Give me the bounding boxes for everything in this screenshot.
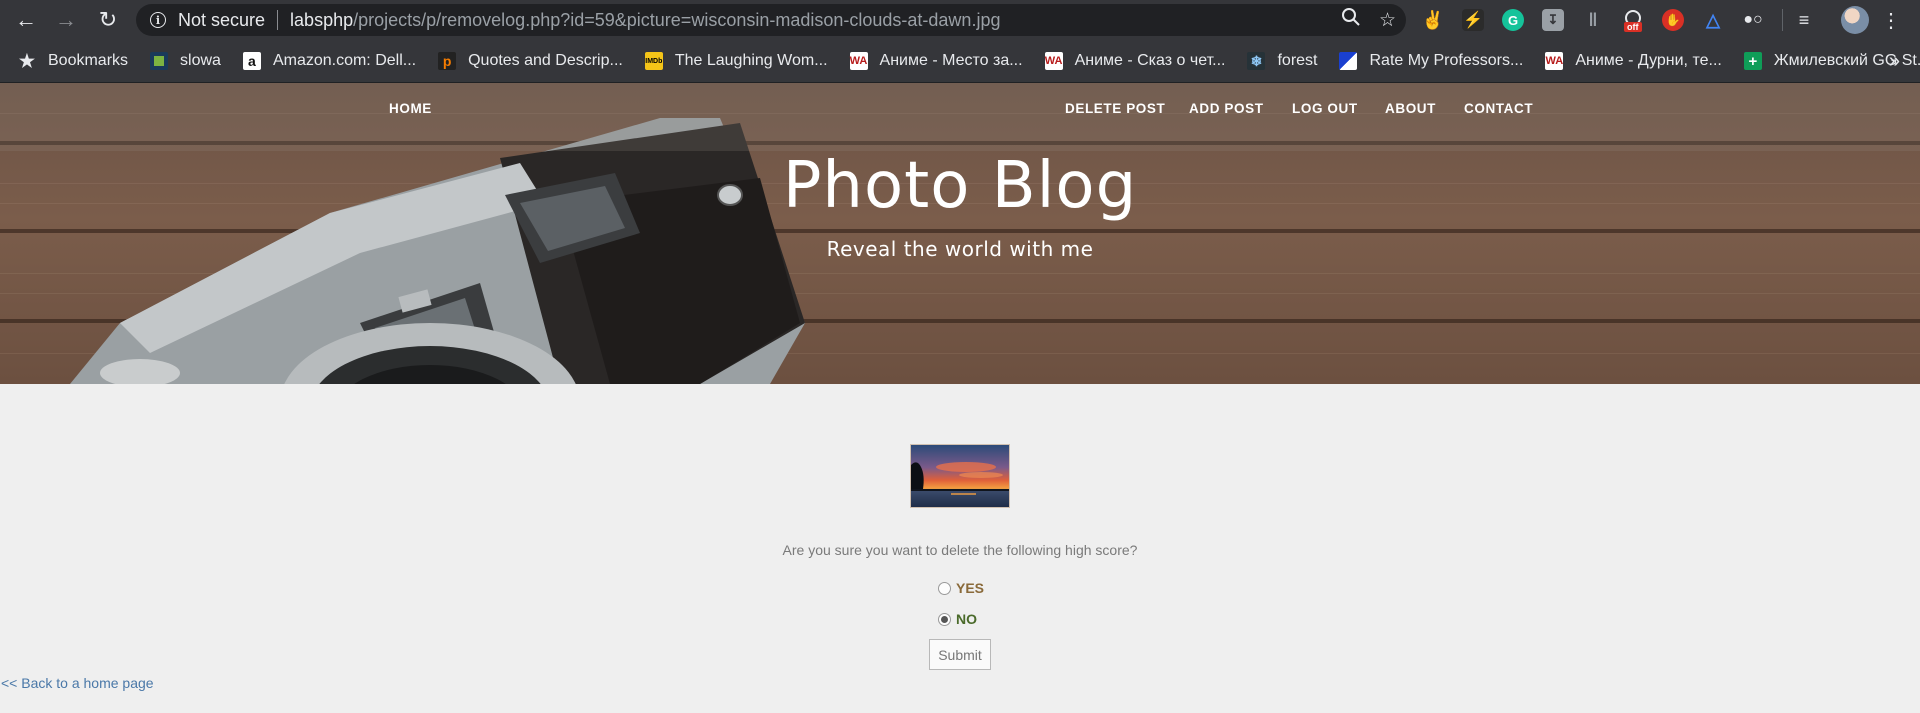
back-icon[interactable]: ← (6, 0, 46, 40)
profile-avatar[interactable] (1841, 6, 1869, 34)
bookmark-label: Quotes and Descrip... (468, 52, 623, 69)
sheets-favicon-icon: + (1743, 52, 1762, 70)
back-home-link[interactable]: << Back to a home page (1, 675, 154, 691)
nav-add-post[interactable]: ADD POST (1189, 101, 1264, 116)
bookmark-label: Аниме - Дурни, те... (1575, 52, 1722, 69)
bookmarks-overflow-icon[interactable]: » (1889, 50, 1900, 73)
bookmark-anime-2[interactable]: WA Аниме - Сказ о чет... (1044, 52, 1226, 70)
menu-icon[interactable]: ⋮ (1881, 8, 1901, 33)
bookmark-rmp[interactable]: Rate My Professors... (1339, 52, 1523, 70)
bookmark-slowa[interactable]: slowa (150, 52, 221, 70)
triangle-extension-icon[interactable]: △ (1702, 9, 1724, 31)
bookmarks-folder[interactable]: ★ Bookmarks (18, 50, 129, 71)
post-thumbnail-image (910, 444, 1010, 508)
bookmark-label: Rate My Professors... (1369, 52, 1524, 69)
bookmark-forest[interactable]: ❄ forest (1247, 52, 1317, 70)
nav-log-out[interactable]: LOG OUT (1292, 101, 1358, 116)
lightning-extension-icon[interactable]: ⚡ (1462, 9, 1484, 31)
bookmark-anime-1[interactable]: WA Аниме - Место за... (849, 52, 1023, 70)
quotes-favicon-icon: p (438, 52, 457, 70)
bookmark-label: forest (1277, 52, 1318, 69)
imdb-favicon-icon: IMDb (644, 52, 663, 70)
hero-header: HOME DELETE POST ADD POST LOG OUT ABOUT … (0, 83, 1920, 384)
submit-button[interactable]: Submit (929, 639, 991, 670)
yes-radio[interactable] (938, 581, 951, 595)
main-content: Are you sure you want to delete the foll… (0, 384, 1920, 713)
option-no[interactable]: NO (938, 611, 977, 627)
bookmark-label: The Laughing Wom... (674, 52, 828, 69)
nav-contact[interactable]: CONTACT (1464, 101, 1533, 116)
extension-off-badge: off (1624, 22, 1642, 32)
nav-home[interactable]: HOME (389, 101, 432, 116)
grammarly-extension-icon[interactable]: G (1502, 9, 1524, 31)
dots-extension-icon[interactable]: ●○ (1742, 9, 1764, 31)
security-label: Not secure (178, 9, 266, 30)
forward-icon[interactable]: → (46, 0, 86, 40)
rock-hand-extension-icon[interactable]: ✌ (1422, 9, 1444, 31)
browser-toolbar: ← → ↻ i Not secure labsphp/projects/p/re… (0, 0, 1920, 40)
site-subtitle: Reveal the world with me (826, 237, 1094, 261)
download-extension-icon[interactable]: ↧ (1542, 9, 1564, 31)
playlist-icon[interactable]: ≡ (1793, 9, 1815, 31)
yes-label: YES (956, 580, 985, 596)
site-title: Photo Blog (782, 149, 1138, 223)
url-text[interactable]: labsphp/projects/p/removelog.php?id=59&p… (290, 10, 1000, 31)
star-icon[interactable]: ☆ (1379, 9, 1396, 32)
url-path: /projects/p/removelog.php?id=59&picture=… (353, 9, 1001, 30)
extensions-area: ✌ ⚡ G ↧ ‖ off ✋ △ ●○ ≡ ⋮ (1422, 0, 1901, 40)
no-radio[interactable] (938, 612, 951, 626)
info-icon[interactable]: i (150, 12, 166, 28)
equalizer-extension-icon[interactable]: ‖ (1582, 9, 1604, 31)
bookmark-label: Bookmarks (48, 52, 129, 69)
option-yes[interactable]: YES (938, 580, 984, 596)
wa-favicon-icon: WA (1545, 52, 1564, 70)
amazon-favicon-icon: a (242, 52, 261, 70)
star-icon: ★ (18, 50, 36, 71)
reload-icon[interactable]: ↻ (88, 0, 128, 40)
wa-favicon-icon: WA (849, 52, 868, 70)
bookmarks-bar: ★ Bookmarks slowa a Amazon.com: Dell... … (0, 40, 1920, 83)
nav-delete-post[interactable]: DELETE POST (1065, 101, 1165, 116)
extensions-divider (1782, 9, 1783, 31)
stop-hand-extension-icon[interactable]: ✋ (1662, 9, 1684, 31)
omnibox-actions: ☆ (1341, 4, 1396, 36)
rmp-favicon-icon (1339, 52, 1358, 70)
url-host: labsphp (290, 9, 354, 30)
slowa-favicon-icon (150, 52, 169, 70)
nav-about[interactable]: ABOUT (1385, 101, 1436, 116)
bookmark-imdb[interactable]: IMDb The Laughing Wom... (644, 52, 828, 70)
wa-favicon-icon: WA (1044, 52, 1063, 70)
zoom-icon[interactable] (1341, 7, 1361, 33)
bookmark-label: slowa (180, 52, 221, 69)
delete-confirmation-question: Are you sure you want to delete the foll… (782, 542, 1138, 558)
bookmark-quotes[interactable]: p Quotes and Descrip... (438, 52, 623, 70)
bookmark-label: Аниме - Сказ о чет... (1074, 52, 1226, 69)
omnibox-divider (277, 10, 279, 30)
bookmark-amazon[interactable]: a Amazon.com: Dell... (242, 52, 417, 70)
bookmark-label: Amazon.com: Dell... (272, 52, 417, 69)
snowflake-favicon-icon: ❄ (1247, 52, 1266, 70)
site-nav: HOME DELETE POST ADD POST LOG OUT ABOUT … (0, 83, 1920, 135)
address-bar[interactable]: i Not secure labsphp/projects/p/removelo… (136, 4, 1406, 36)
bookmark-anime-3[interactable]: WA Аниме - Дурни, те... (1545, 52, 1722, 70)
bookmark-label: Аниме - Место за... (879, 52, 1023, 69)
no-label: NO (956, 611, 977, 627)
off-extension-icon[interactable]: off (1622, 9, 1644, 32)
radio-selected-dot (941, 615, 948, 623)
